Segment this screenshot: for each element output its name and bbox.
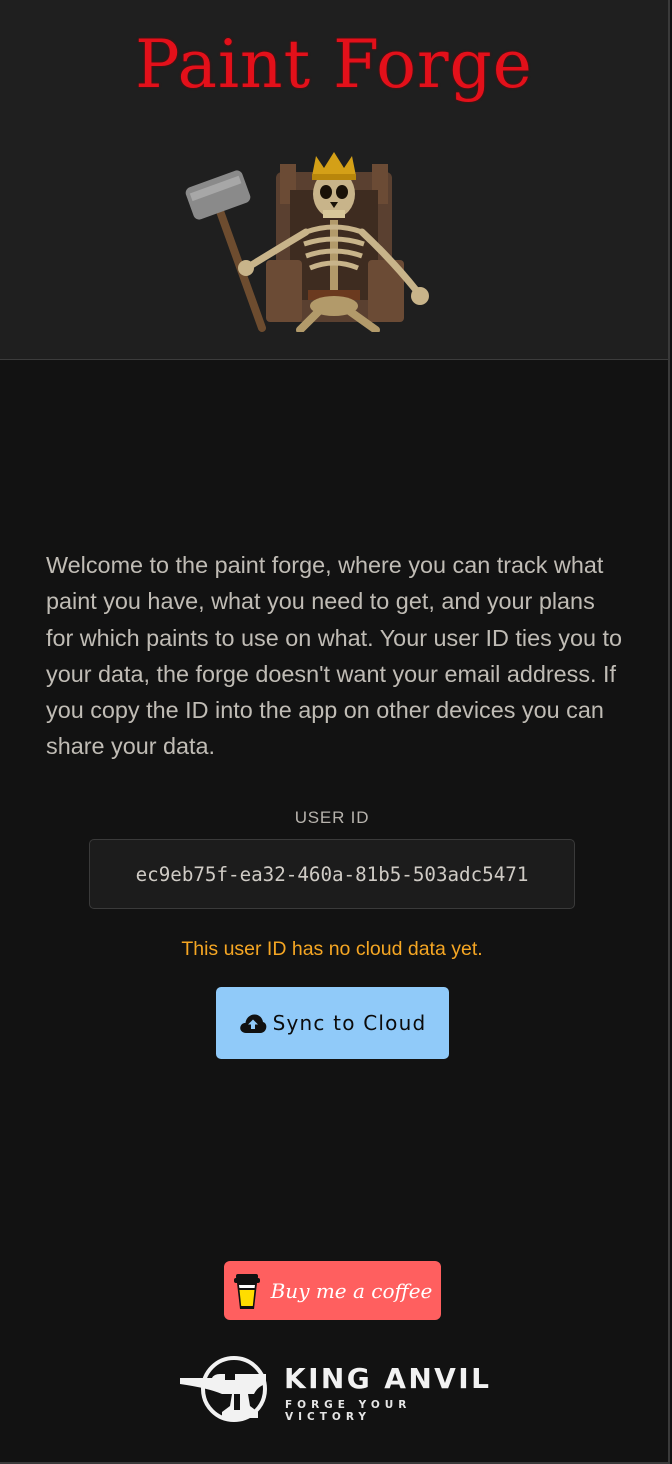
buy-me-a-coffee-button[interactable]: Buy me a coffee: [224, 1261, 441, 1320]
brand-tagline: FORGE YOUR VICTORY: [285, 1399, 412, 1423]
intro-text: Welcome to the paint forge, where you ca…: [46, 552, 622, 760]
app-header: Paint Forge: [0, 0, 668, 360]
user-id-label: USER ID: [294, 808, 370, 827]
sync-button-label: Sync to Cloud: [272, 1011, 427, 1035]
anvil-logo-icon: [180, 1356, 267, 1422]
skeleton-king-icon: [180, 150, 450, 332]
brand-footer[interactable]: KING ANVIL FORGE YOUR VICTORY: [178, 1354, 498, 1424]
brand-name: KING ANVIL: [284, 1362, 492, 1395]
coffee-button-label: Buy me a coffee: [270, 1278, 433, 1303]
cloud-status-message: This user ID has no cloud data yet.: [181, 938, 483, 960]
app-frame: Paint Forge Welcome to the paint forge, …: [0, 0, 670, 1464]
app-title: Paint Forge: [135, 26, 533, 103]
user-id-input[interactable]: [89, 839, 575, 909]
cloud-upload-icon: [239, 1014, 266, 1033]
coffee-cup-icon: [233, 1273, 260, 1309]
sync-to-cloud-button[interactable]: Sync to Cloud: [216, 987, 449, 1059]
